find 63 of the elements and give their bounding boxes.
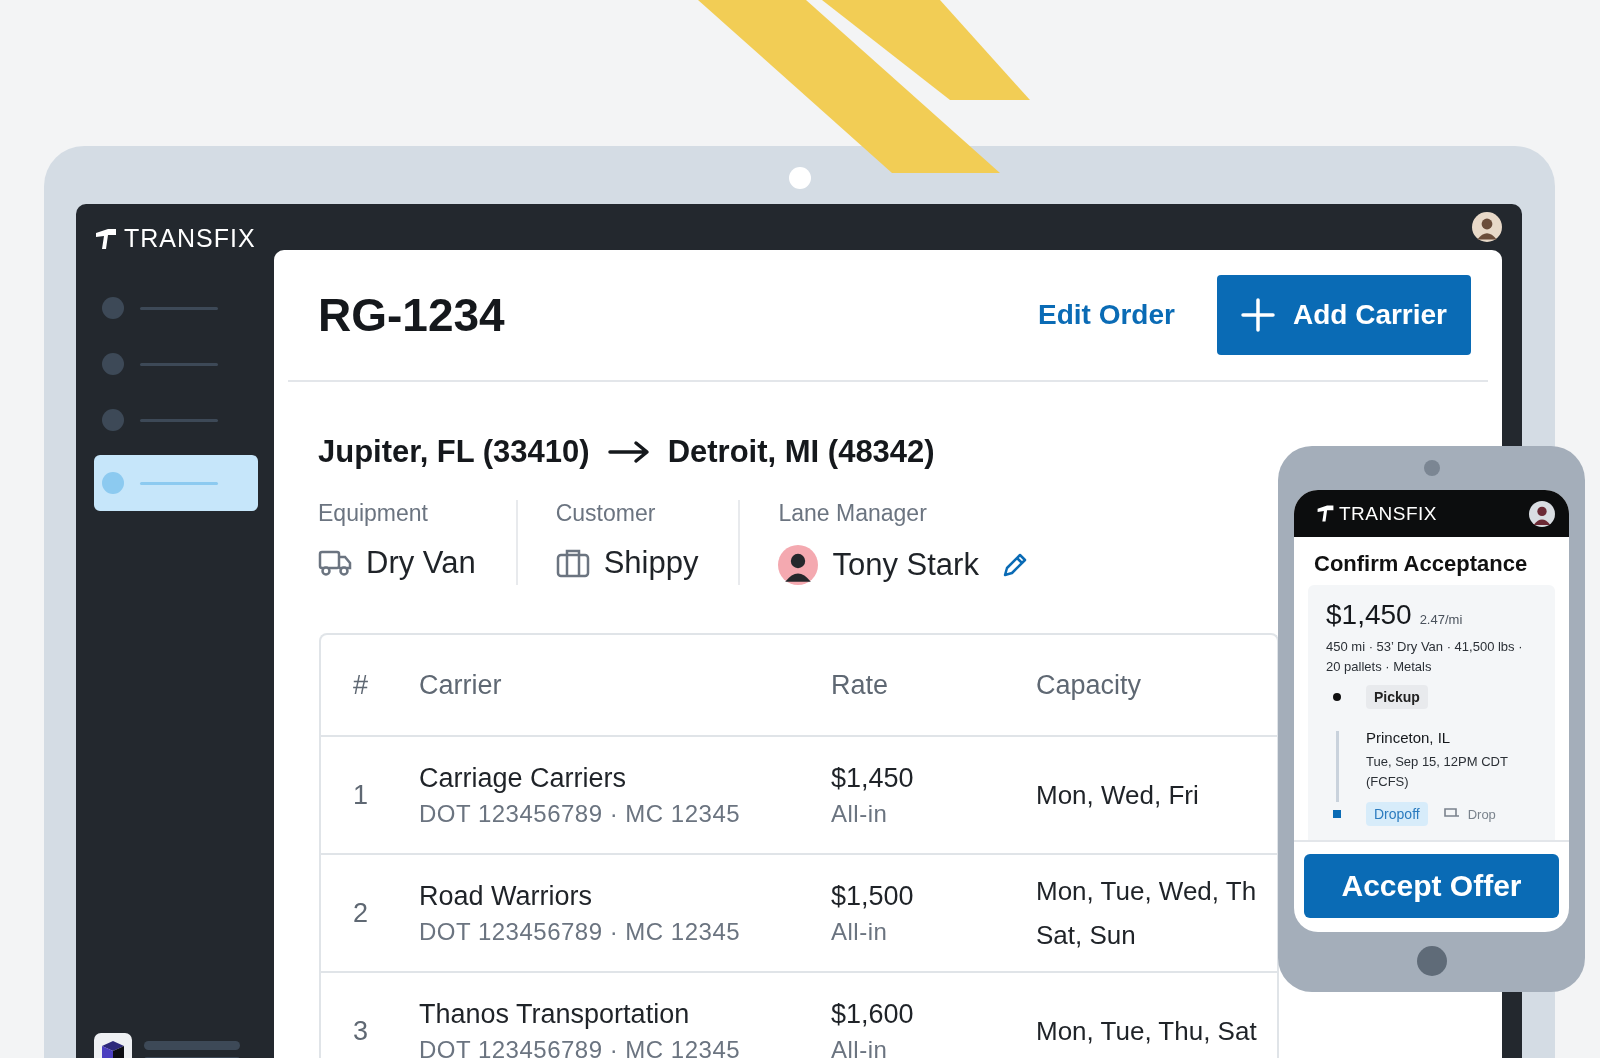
logo-text: TRANSFIX	[124, 224, 256, 253]
cube-icon	[100, 1039, 126, 1058]
capacity-text: Mon, Tue, Wed, Th	[1036, 875, 1257, 908]
logo-icon	[94, 226, 118, 251]
detail-value: Tony Stark	[832, 547, 979, 583]
route-origin: Jupiter, FL (33410)	[318, 434, 590, 470]
plus-icon	[1240, 298, 1275, 332]
carrier-ids: DOT 123456789 · MC 12345	[419, 917, 742, 946]
rate-note: All-in	[831, 917, 889, 946]
rate-note: All-in	[831, 1035, 889, 1058]
carrier-ids: DOT 123456789 · MC 12345	[419, 799, 742, 828]
load-summary: 450 mi · 53’ Dry Van · 41,500 lbs · 20 pallets · Metals	[1326, 638, 1524, 676]
avatar[interactable]	[1472, 212, 1502, 242]
detail-label: Equipment	[318, 500, 429, 527]
stop-dot	[1333, 693, 1341, 701]
carrier-name: Road Warriors	[419, 880, 594, 912]
column-header: Carrier	[419, 669, 502, 701]
stop-note: Drop	[1467, 806, 1496, 822]
logo-text: TRANSFIX	[1339, 502, 1437, 525]
rate-note: All-in	[831, 799, 889, 828]
row-number: 2	[352, 897, 370, 929]
stop-city: Princeton, IL	[1366, 729, 1452, 746]
route-destination: Detroit, MI (48342)	[667, 434, 935, 470]
screen-title: Confirm Acceptance	[1313, 550, 1529, 578]
camera-dot	[1424, 460, 1440, 476]
offer-price: $1,450	[1326, 599, 1412, 631]
detail-value: Dry Van	[366, 545, 476, 581]
briefcase-icon	[555, 548, 590, 578]
carrier-name: Carriage Carriers	[419, 762, 628, 794]
column-header: Capacity	[1036, 669, 1142, 701]
detail-label: Customer	[555, 500, 657, 527]
trailer-icon	[1443, 808, 1460, 820]
column-header: Rate	[831, 669, 889, 701]
logo-icon	[1316, 504, 1335, 523]
rate-amount: $1,600	[831, 998, 915, 1030]
capacity-text: Mon, Tue, Thu, Sat	[1036, 1015, 1257, 1048]
accept-offer-button[interactable]: Accept Offer	[1304, 854, 1559, 918]
column-header: #	[352, 669, 369, 701]
rate-per-mile: 2.47/mi	[1419, 612, 1463, 627]
add-carrier-button[interactable]: Add Carrier	[1216, 275, 1471, 355]
edit-order-link[interactable]: Edit Order	[1038, 299, 1175, 331]
stop-marker	[1333, 810, 1341, 818]
row-number: 3	[352, 1015, 370, 1047]
order-title: RG-1234	[318, 288, 506, 342]
truck-icon	[318, 549, 352, 577]
home-button[interactable]	[1416, 946, 1447, 976]
avatar	[778, 545, 819, 585]
arrow-icon	[607, 440, 650, 464]
capacity-text: Mon, Wed, Fri	[1036, 779, 1199, 812]
stop-time: Tue, Sep 15, 12PM CDT (FCFS)	[1366, 753, 1509, 791]
rate-amount: $1,500	[831, 880, 915, 912]
carrier-name: Thanos Transportation	[419, 998, 691, 1030]
capacity-text: Sat, Sun	[1036, 919, 1136, 952]
carrier-ids: DOT 123456789 · MC 12345	[419, 1035, 742, 1058]
avatar	[1529, 500, 1555, 527]
detail-value: Shippy	[603, 545, 699, 581]
camera-dot	[789, 167, 811, 189]
row-number: 1	[352, 779, 370, 811]
sidebar-item[interactable]	[94, 455, 258, 511]
stop-tag: Dropoff	[1366, 802, 1428, 826]
detail-label: Lane Manager	[778, 500, 928, 527]
rate-amount: $1,450	[831, 762, 915, 794]
stop-tag: Pickup	[1366, 685, 1428, 709]
